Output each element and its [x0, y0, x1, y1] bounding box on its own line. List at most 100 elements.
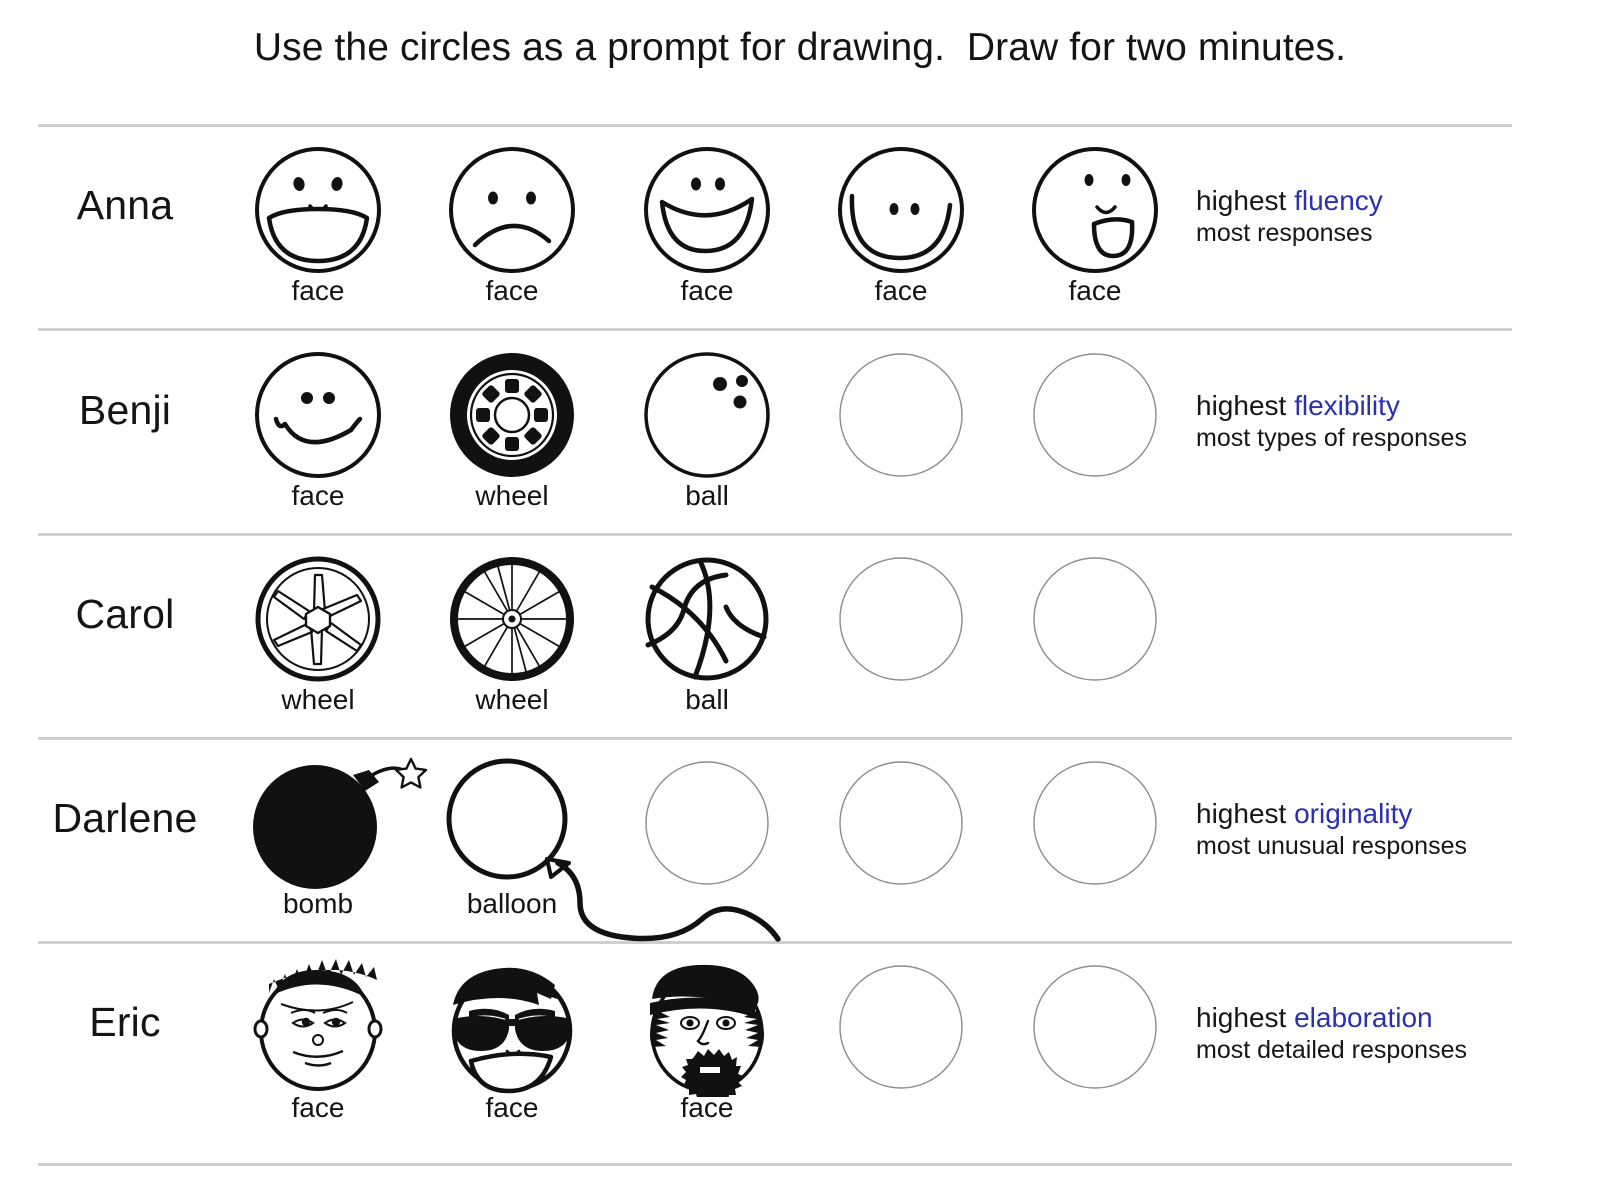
annotation-subtitle: most responses: [1196, 219, 1373, 248]
drawing-cell[interactable]: face: [233, 345, 403, 525]
row-annotation: highest flexibility most types of respon…: [1196, 389, 1596, 454]
row-annotation: highest elaboration most detailed respon…: [1196, 1001, 1596, 1066]
wagon-wheel-drawing: [255, 556, 381, 682]
drawing-label: face: [291, 480, 345, 511]
drawing-label: face: [1068, 275, 1122, 306]
tire-wheel-drawing: [450, 353, 574, 477]
drawing-cell[interactable]: wheel: [427, 549, 597, 729]
empty-circle: [1033, 965, 1157, 1089]
drawing-label: wheel: [475, 684, 549, 715]
annotation-subtitle: most types of responses: [1196, 424, 1467, 453]
face-bearded-cap-drawing: [650, 964, 764, 1097]
face-big-u-smile-drawing: [838, 147, 964, 273]
face-spiky-hair-drawing: [253, 959, 383, 1091]
empty-circle: [839, 353, 963, 477]
student-name-label: Benji: [78, 387, 172, 433]
face-smiley-drawing: [255, 352, 381, 478]
face-sunglasses-drawing: [451, 967, 573, 1094]
drawing-cell[interactable]: face: [622, 140, 792, 320]
face-frown-drawing: [449, 147, 575, 273]
row-separator: [38, 124, 1512, 127]
empty-circle-cell[interactable]: [816, 957, 986, 1137]
face-open-mouth-drawing: [1032, 147, 1158, 273]
empty-circle-cell[interactable]: [622, 753, 792, 933]
empty-circle: [1033, 761, 1157, 885]
drawing-label: wheel: [475, 480, 549, 511]
student-row-eric: Eric face face face highest elaboration …: [0, 957, 1600, 1157]
drawing-label: ball: [685, 480, 729, 511]
drawing-label: face: [680, 275, 734, 306]
empty-circle-cell[interactable]: [816, 753, 986, 933]
drawing-cell[interactable]: ball: [622, 549, 792, 729]
drawing-cell[interactable]: face: [427, 140, 597, 320]
empty-circle-cell[interactable]: [1010, 753, 1180, 933]
student-name-label: Anna: [76, 182, 174, 228]
drawing-label: face: [680, 1092, 734, 1123]
empty-circle: [839, 761, 963, 885]
row-separator: [38, 1163, 1512, 1166]
bomb-drawing: [253, 757, 428, 889]
drawing-cell[interactable]: balloon: [427, 753, 597, 933]
drawing-label: wheel: [281, 684, 355, 715]
face-open-smile-drawing: [255, 147, 381, 273]
student-name-label: Darlene: [52, 795, 198, 841]
empty-circle-cell[interactable]: [1010, 957, 1180, 1137]
student-name-label: Eric: [89, 999, 161, 1045]
annotation-subtitle: most unusual responses: [1196, 832, 1467, 861]
drawing-label: bomb: [282, 888, 354, 919]
drawing-cell[interactable]: wheel: [427, 345, 597, 525]
annotation-prefix: highest: [1196, 798, 1295, 829]
annotation-prefix: highest: [1196, 185, 1295, 216]
empty-circle: [1033, 353, 1157, 477]
drawing-cell[interactable]: face: [1010, 140, 1180, 320]
page-title: Use the circles as a prompt for drawing.…: [253, 26, 1347, 69]
bicycle-wheel-drawing: [450, 557, 574, 681]
basketball-drawing: [645, 557, 769, 681]
drawing-label: face: [291, 275, 345, 306]
row-annotation: highest fluency most responses: [1196, 184, 1596, 249]
drawing-cell[interactable]: ball: [622, 345, 792, 525]
bowling-ball-drawing: [644, 352, 770, 478]
drawing-label: face: [874, 275, 928, 306]
annotation-heading: highest elaboration: [1196, 1001, 1596, 1035]
drawing-label: balloon: [466, 888, 558, 919]
drawing-cell[interactable]: bomb: [233, 753, 428, 933]
empty-circle-cell[interactable]: [816, 345, 986, 525]
empty-circle: [1033, 557, 1157, 681]
balloon-drawing: [446, 758, 571, 880]
empty-circle-cell[interactable]: [816, 549, 986, 729]
annotation-heading: highest originality: [1196, 797, 1596, 831]
drawing-cell[interactable]: wheel: [233, 549, 403, 729]
student-name-label: Carol: [75, 591, 175, 637]
drawing-label: face: [485, 275, 539, 306]
annotation-highlight: fluency: [1294, 185, 1383, 216]
student-row-anna: Anna face face face face face highest fl…: [0, 140, 1600, 340]
drawing-label: face: [485, 1092, 539, 1123]
annotation-prefix: highest: [1196, 1002, 1295, 1033]
face-grin-drawing: [644, 147, 770, 273]
student-row-benji: Benji face wheel ball highest flexibilit…: [0, 345, 1600, 545]
empty-circle: [645, 761, 769, 885]
drawing-cell[interactable]: face: [622, 957, 792, 1137]
empty-circle-cell[interactable]: [1010, 549, 1180, 729]
drawing-cell[interactable]: face: [233, 957, 403, 1137]
empty-circle-cell[interactable]: [1010, 345, 1180, 525]
student-row-carol: Carol wheel wheel ball: [0, 549, 1600, 749]
drawing-cell[interactable]: face: [233, 140, 403, 320]
drawing-cell[interactable]: face: [816, 140, 986, 320]
drawing-label: face: [291, 1092, 345, 1123]
annotation-highlight: elaboration: [1294, 1002, 1433, 1033]
row-annotation: highest originality most unusual respons…: [1196, 797, 1596, 862]
student-row-darlene: Darlene bomb balloon highest originality…: [0, 753, 1600, 953]
drawing-label: ball: [685, 684, 729, 715]
annotation-highlight: flexibility: [1294, 390, 1400, 421]
annotation-prefix: highest: [1196, 390, 1295, 421]
annotation-highlight: originality: [1294, 798, 1413, 829]
annotation-heading: highest fluency: [1196, 184, 1596, 218]
worksheet-page: Use the circles as a prompt for drawing.…: [0, 0, 1600, 1200]
drawing-cell[interactable]: face: [427, 957, 597, 1137]
annotation-heading: highest flexibility: [1196, 389, 1596, 423]
empty-circle: [839, 965, 963, 1089]
annotation-subtitle: most detailed responses: [1196, 1036, 1467, 1065]
empty-circle: [839, 557, 963, 681]
